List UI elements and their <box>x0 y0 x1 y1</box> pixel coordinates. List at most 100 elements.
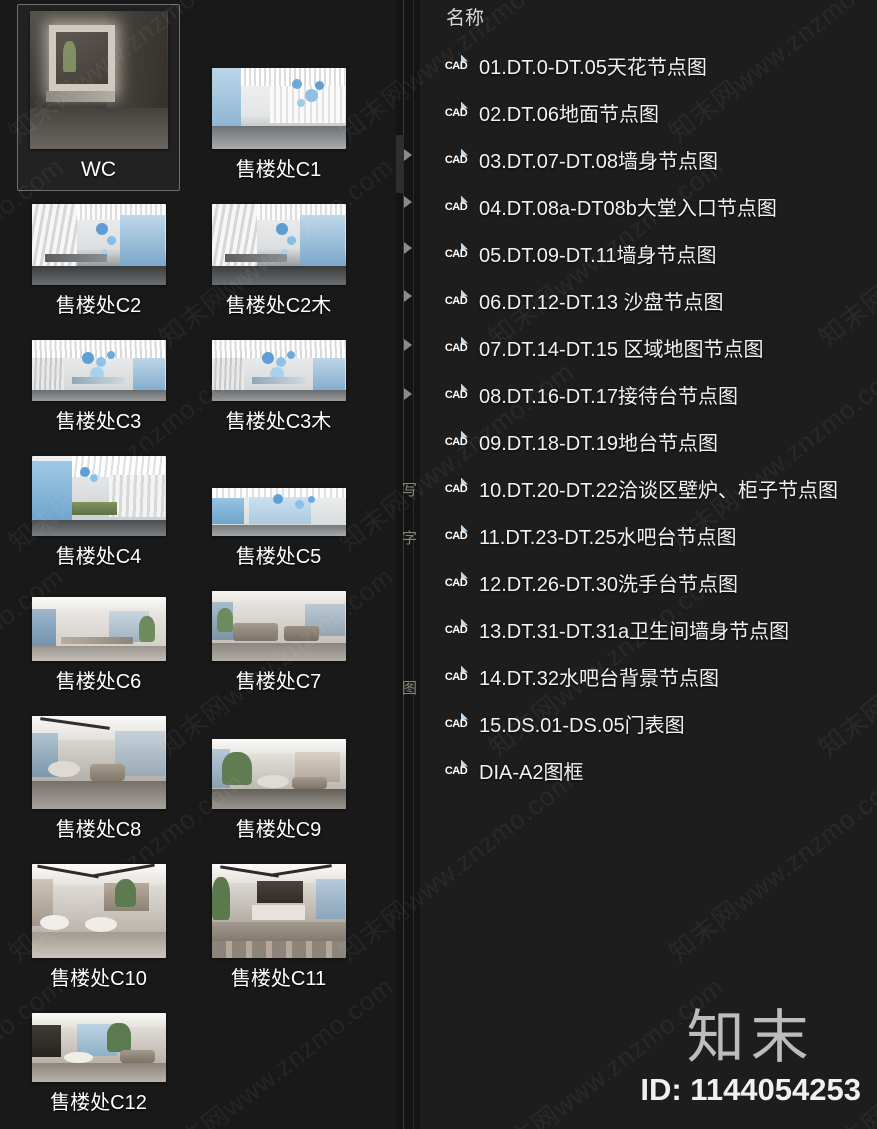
thumbnail-label: 售楼处C5 <box>235 546 322 568</box>
thumbnail-image[interactable] <box>211 340 346 401</box>
cad-icon-label: CAD <box>444 153 468 166</box>
thumbnail-item[interactable]: 售楼处C5 <box>197 449 360 578</box>
triangle-right-icon[interactable] <box>404 388 412 400</box>
thumbnail-label: 售楼处C11 <box>230 968 327 990</box>
file-list-row[interactable]: CAD 07.DT.14-DT.15 区域地图节点图 <box>420 326 877 373</box>
file-name-label: 04.DT.08a-DT08b大堂入口节点图 <box>479 197 777 220</box>
file-list-row[interactable]: CAD DIA-A2图框 <box>420 749 877 796</box>
thumbnail-image[interactable] <box>29 11 168 149</box>
cad-file-icon: CAD <box>444 195 468 222</box>
thumbnail-image[interactable] <box>31 204 166 285</box>
cad-file-icon: CAD <box>444 336 468 363</box>
divider-vertical-text-3: 图 <box>400 680 417 697</box>
file-list-row[interactable]: CAD 08.DT.16-DT.17接待台节点图 <box>420 373 877 420</box>
cad-icon-label: CAD <box>444 247 468 260</box>
file-list-row[interactable]: CAD 13.DT.31-DT.31a卫生间墙身节点图 <box>420 608 877 655</box>
cad-icon-label: CAD <box>444 529 468 542</box>
thumbnail-label: 售楼处C3 <box>55 411 142 433</box>
cad-file-icon: CAD <box>444 430 468 457</box>
file-list-row[interactable]: CAD 06.DT.12-DT.13 沙盘节点图 <box>420 279 877 326</box>
file-name-label: 11.DT.23-DT.25水吧台节点图 <box>479 526 737 549</box>
file-list-row[interactable]: CAD 14.DT.32水吧台背景节点图 <box>420 655 877 702</box>
divider-vertical-text-1: 写 <box>400 482 417 499</box>
file-list-row[interactable]: CAD 10.DT.20-DT.22洽谈区壁炉、柜子节点图 <box>420 467 877 514</box>
thumbnail-item[interactable]: 售楼处C1 <box>197 4 360 191</box>
thumbnail-image[interactable] <box>31 456 166 536</box>
cad-icon-label: CAD <box>444 482 468 495</box>
cad-file-icon: CAD <box>444 571 468 598</box>
file-name-label: 13.DT.31-DT.31a卫生间墙身节点图 <box>479 620 790 643</box>
file-name-label: 02.DT.06地面节点图 <box>479 103 660 126</box>
cad-file-icon: CAD <box>444 712 468 739</box>
file-list-row[interactable]: CAD 02.DT.06地面节点图 <box>420 91 877 138</box>
thumbnail-image[interactable] <box>31 597 166 661</box>
triangle-right-icon[interactable] <box>404 290 412 302</box>
sidebar-scrollbar-thumb[interactable] <box>396 135 404 193</box>
thumbnail-item[interactable]: 售楼处C10 <box>17 857 180 1000</box>
cad-file-icon: CAD <box>444 618 468 645</box>
file-list-panel[interactable]: 名称 CAD 01.DT.0-DT.05天花节点图 CAD 02.DT.06地面节点图… <box>420 0 877 1129</box>
thumbnail-label: 售楼处C12 <box>50 1092 147 1114</box>
thumbnail-item[interactable]: 售楼处C11 <box>197 857 360 1000</box>
file-name-label: DIA-A2图框 <box>479 761 584 784</box>
file-list-row[interactable]: CAD 15.DS.01-DS.05门表图 <box>420 702 877 749</box>
thumbnail-image[interactable] <box>211 68 346 149</box>
thumbnail-label: 售楼处C4 <box>55 546 142 568</box>
cad-file-icon: CAD <box>444 759 468 786</box>
cad-file-icon: CAD <box>444 289 468 316</box>
file-list-row[interactable]: CAD 01.DT.0-DT.05天花节点图 <box>420 44 877 91</box>
thumbnail-label: 售楼处C6 <box>55 671 142 693</box>
thumbnail-item[interactable]: WC <box>17 4 180 191</box>
thumbnail-label: 售楼处C10 <box>50 968 147 990</box>
triangle-right-icon[interactable] <box>404 196 412 208</box>
file-list-row[interactable]: CAD 11.DT.23-DT.25水吧台节点图 <box>420 514 877 561</box>
thumbnail-item[interactable]: 售楼处C3木 <box>197 333 360 443</box>
thumbnail-item[interactable]: 售楼处C4 <box>17 449 180 578</box>
cad-icon-label: CAD <box>444 106 468 119</box>
cad-icon-label: CAD <box>444 388 468 401</box>
cad-file-icon: CAD <box>444 148 468 175</box>
thumbnail-item[interactable]: 售楼处C2 <box>17 197 180 327</box>
thumbnail-item[interactable]: 售楼处C2木 <box>197 197 360 327</box>
cad-icon-label: CAD <box>444 764 468 777</box>
thumbnail-item[interactable]: 售楼处C7 <box>197 584 360 703</box>
file-name-label: 05.DT.09-DT.11墙身节点图 <box>479 244 717 267</box>
cad-file-icon: CAD <box>444 101 468 128</box>
file-list-row[interactable]: CAD 03.DT.07-DT.08墙身节点图 <box>420 138 877 185</box>
file-name-label: 15.DS.01-DS.05门表图 <box>479 714 685 737</box>
thumbnail-image[interactable] <box>31 864 166 958</box>
file-list-row[interactable]: CAD 12.DT.26-DT.30洗手台节点图 <box>420 561 877 608</box>
thumbnail-label: 售楼处C1 <box>235 159 322 181</box>
thumbnail-image[interactable] <box>211 204 346 285</box>
file-name-label: 06.DT.12-DT.13 沙盘节点图 <box>479 291 724 314</box>
thumbnail-item[interactable]: 售楼处C6 <box>17 584 180 703</box>
thumbnail-image[interactable] <box>31 716 166 809</box>
thumbnail-image[interactable] <box>211 864 346 958</box>
panel-divider[interactable]: 写 字 图 <box>396 0 420 1129</box>
thumbnail-item[interactable]: 售楼处C12 <box>17 1006 180 1124</box>
thumbnail-label: 售楼处C7 <box>235 671 322 693</box>
file-list-row[interactable]: CAD 09.DT.18-DT.19地台节点图 <box>420 420 877 467</box>
file-list-rows: CAD 01.DT.0-DT.05天花节点图 CAD 02.DT.06地面节点图 CAD… <box>420 44 877 796</box>
thumbnail-image[interactable] <box>31 1013 166 1082</box>
thumbnail-item[interactable]: 售楼处C3 <box>17 333 180 443</box>
triangle-right-icon[interactable] <box>404 242 412 254</box>
cad-file-icon: CAD <box>444 524 468 551</box>
file-list-row[interactable]: CAD 05.DT.09-DT.11墙身节点图 <box>420 232 877 279</box>
column-header-name[interactable]: 名称 <box>446 3 484 30</box>
thumbnail-label: 售楼处C8 <box>55 819 142 841</box>
thumbnail-image[interactable] <box>211 488 346 536</box>
divider-vertical-text-2: 字 <box>400 530 417 547</box>
thumbnail-label: 售楼处C9 <box>235 819 322 841</box>
thumbnail-image[interactable] <box>31 340 166 401</box>
thumbnail-item[interactable]: 售楼处C8 <box>17 709 180 851</box>
thumbnail-item[interactable]: 售楼处C9 <box>197 709 360 851</box>
thumbnail-image[interactable] <box>211 739 346 809</box>
triangle-right-icon[interactable] <box>404 149 412 161</box>
thumbnail-image[interactable] <box>211 591 346 661</box>
cad-icon-label: CAD <box>444 59 468 72</box>
thumbnail-sidebar[interactable]: WC 售楼处C1 售楼处C2 售楼处C2木 售楼处C3 售楼处C3木 售楼处C4… <box>0 0 396 1129</box>
file-list-row[interactable]: CAD 04.DT.08a-DT08b大堂入口节点图 <box>420 185 877 232</box>
triangle-right-icon[interactable] <box>404 339 412 351</box>
file-name-label: 09.DT.18-DT.19地台节点图 <box>479 432 718 455</box>
